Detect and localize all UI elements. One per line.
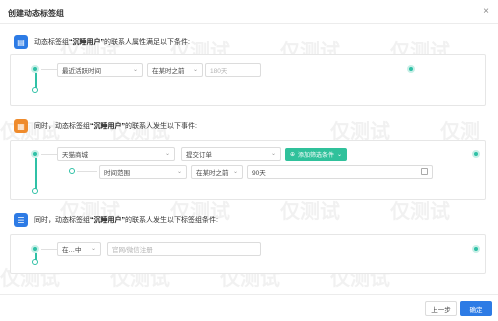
- section1-header: ▤ 动态标签组“沉睡用户”的联系人属性满足以下条件:: [14, 34, 190, 50]
- condition-node-dot: [31, 65, 39, 73]
- section3-prefix: 同时，动态标签组: [34, 217, 90, 224]
- chevron-down-icon: ⌄: [337, 152, 343, 158]
- section2-suffix: 的联系人发生以下事件:: [125, 123, 197, 130]
- section3-suffix: 的联系人发生以下标签组条件:: [125, 217, 218, 224]
- calendar-icon[interactable]: [421, 168, 428, 175]
- chevron-down-icon: ⌄: [270, 151, 276, 157]
- event-icon: ▦: [14, 119, 28, 133]
- connector-line: [41, 249, 57, 250]
- section2-box: 天猫商城 ⌄ 提交订单 ⌄ ⊕ 添加筛选条件 ⌄ 时间范围 ⌄ 在某时之前 ⌄ …: [10, 140, 486, 200]
- tag-node-dot: [31, 245, 39, 253]
- chevron-down-icon: ⌄: [176, 169, 182, 175]
- add-filter-button[interactable]: ⊕ 添加筛选条件 ⌄: [285, 148, 348, 161]
- range-select-value: 时间范围: [104, 170, 130, 177]
- event-node-dot: [31, 150, 39, 158]
- dialog: 仅测试 仅测试 仅测试 仅测试 仅测试 仅测试 仅测试 仅测试 仅测试 仅测试 …: [0, 0, 498, 321]
- range-value-input[interactable]: 90天: [247, 165, 433, 179]
- plus-icon: ⊕: [290, 152, 296, 158]
- remove-tag-dot[interactable]: [472, 245, 480, 253]
- range-value-text: 90天: [252, 170, 266, 177]
- section3-label: 同时，动态标签组“沉睡用户”的联系人发生以下标签组条件:: [34, 215, 218, 225]
- event-branch-line: [35, 158, 37, 192]
- add-filter-label: 添加筛选条件: [298, 153, 335, 159]
- section2-prefix: 同时，动态标签组: [34, 123, 90, 130]
- section2-tag: “沉睡用户”: [90, 123, 125, 130]
- prev-button[interactable]: 上一步: [425, 301, 457, 316]
- chevron-down-icon: ⌄: [192, 67, 198, 73]
- chevron-down-icon: ⌄: [164, 151, 170, 157]
- section3-tag: “沉睡用户”: [90, 217, 125, 224]
- operator-select[interactable]: 在某时之前 ⌄: [147, 63, 203, 77]
- confirm-button[interactable]: 确定: [460, 301, 492, 316]
- close-icon[interactable]: ×: [483, 6, 489, 17]
- dialog-title: 创建动态标签组: [8, 9, 64, 18]
- field-select[interactable]: 最近活跃时间 ⌄: [57, 63, 143, 77]
- section1-box: 最近活跃时间 ⌄ 在某时之前 ⌄ 180天: [10, 54, 486, 106]
- connector-line: [77, 171, 97, 172]
- condition-select[interactable]: 在…中 ⌄: [57, 242, 101, 256]
- chevron-down-icon: ⌄: [132, 67, 138, 73]
- range-select[interactable]: 时间范围 ⌄: [99, 165, 187, 179]
- field-select-value: 最近活跃时间: [62, 68, 101, 75]
- connector-line: [41, 69, 57, 70]
- filter-node-dot: [69, 168, 75, 174]
- chevron-down-icon: ⌄: [232, 169, 238, 175]
- footer-divider: [0, 294, 498, 295]
- event-select-value: 提交订单: [186, 152, 212, 159]
- add-event-dot[interactable]: [32, 188, 38, 194]
- dialog-header: 创建动态标签组 ×: [0, 0, 498, 24]
- add-tag-dot[interactable]: [32, 259, 38, 265]
- condition-select-value: 在…中: [62, 247, 82, 254]
- operator-select-value: 在某时之前: [152, 68, 185, 75]
- chevron-down-icon: ⌄: [90, 246, 96, 252]
- tag-select-placeholder: 官网/微信注册: [112, 247, 153, 254]
- platform-select[interactable]: 天猫商城 ⌄: [57, 147, 175, 161]
- value-input-text: 180天: [210, 68, 228, 75]
- tag-select[interactable]: 官网/微信注册: [107, 242, 261, 256]
- remove-condition-dot[interactable]: [407, 65, 415, 73]
- section1-label: 动态标签组“沉睡用户”的联系人属性满足以下条件:: [34, 37, 190, 47]
- section1-prefix: 动态标签组: [34, 39, 69, 46]
- range-operator-value: 在某时之前: [196, 170, 229, 177]
- range-operator-select[interactable]: 在某时之前 ⌄: [191, 165, 243, 179]
- attribute-icon: ▤: [14, 35, 28, 49]
- add-condition-dot[interactable]: [32, 87, 38, 93]
- remove-event-dot[interactable]: [472, 150, 480, 158]
- section1-tag: “沉睡用户”: [69, 39, 104, 46]
- section1-suffix: 的联系人属性满足以下条件:: [104, 39, 190, 46]
- tag-group-icon: ☰: [14, 213, 28, 227]
- section3-header: ☰ 同时，动态标签组“沉睡用户”的联系人发生以下标签组条件:: [14, 212, 218, 228]
- section2-label: 同时，动态标签组“沉睡用户”的联系人发生以下事件:: [34, 121, 197, 131]
- platform-select-value: 天猫商城: [62, 152, 88, 159]
- event-select[interactable]: 提交订单 ⌄: [181, 147, 281, 161]
- value-input[interactable]: 180天: [205, 63, 261, 77]
- section2-header: ▦ 同时，动态标签组“沉睡用户”的联系人发生以下事件:: [14, 118, 197, 134]
- section3-box: 在…中 ⌄ 官网/微信注册: [10, 234, 486, 274]
- connector-line: [41, 154, 57, 155]
